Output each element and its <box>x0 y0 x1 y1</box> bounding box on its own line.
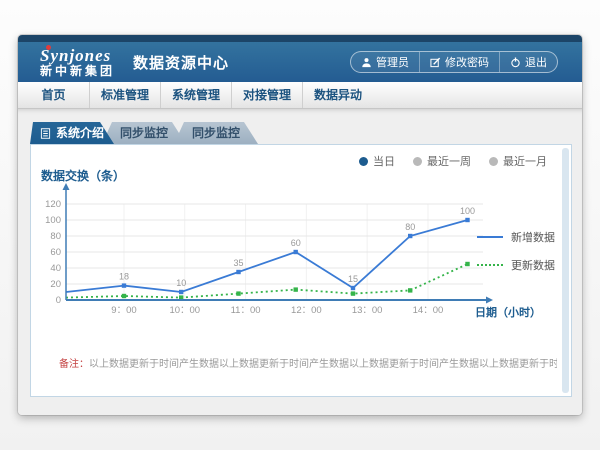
chart-panel: 当日 最近一周 最近一月 数据交换（条） 0204060801001209：00… <box>30 144 572 397</box>
user-menu-admin-label: 管理员 <box>376 54 409 70</box>
panel-scrollbar[interactable] <box>562 148 569 393</box>
logo-red-dot-icon <box>46 45 51 50</box>
main-nav: 首页 标准管理 系统管理 对接管理 数据异动 <box>18 82 582 109</box>
tab-system-intro[interactable]: 系统介绍 <box>30 122 114 144</box>
legend-new-data: 新增数据 <box>477 229 555 245</box>
nav-item-interface-mgmt[interactable]: 对接管理 <box>231 82 302 108</box>
company-logo: Synjones 新中新集团 <box>32 47 115 77</box>
power-icon <box>510 57 521 68</box>
svg-text:18: 18 <box>119 272 129 282</box>
footnote-prefix: 备注： <box>59 359 89 370</box>
nav-item-system-mgmt[interactable]: 系统管理 <box>160 82 231 108</box>
svg-text:100: 100 <box>460 206 475 216</box>
svg-text:20: 20 <box>50 279 61 290</box>
app-window: Synjones 新中新集团 数据资源中心 管理员 修改密码 退出 <box>18 35 582 415</box>
logo-name: Synjones <box>40 47 115 65</box>
radio-today-dot <box>359 157 368 166</box>
user-icon <box>361 57 372 68</box>
radio-today-label: 当日 <box>373 153 395 169</box>
footnote-text: 以上数据更新于时间产生数据以上数据更新于时间产生数据以上数据更新于时间产生数据以… <box>89 359 557 370</box>
tab-system-intro-label: 系统介绍 <box>56 122 104 144</box>
legend-new-data-label: 新增数据 <box>511 229 555 245</box>
svg-text:80: 80 <box>405 222 415 232</box>
content-area: 系统介绍 同步监控 同步监控 当日 最近一周 <box>18 109 582 415</box>
logout-button[interactable]: 退出 <box>499 52 557 72</box>
radio-last-month-dot <box>489 157 498 166</box>
svg-text:11：00: 11：00 <box>231 305 261 316</box>
radio-today[interactable]: 当日 <box>359 153 395 169</box>
svg-text:60: 60 <box>291 238 301 248</box>
svg-text:10：00: 10：00 <box>169 305 200 316</box>
tab-sync-monitor-2[interactable]: 同步监控 <box>174 122 258 144</box>
svg-text:0: 0 <box>56 295 61 306</box>
logout-label: 退出 <box>525 54 547 70</box>
svg-text:80: 80 <box>50 231 61 242</box>
window-top-strip <box>18 35 582 42</box>
page-title: 数据资源中心 <box>133 52 229 73</box>
radio-last-month[interactable]: 最近一月 <box>489 153 547 169</box>
change-password-button[interactable]: 修改密码 <box>419 52 499 72</box>
svg-text:14：00: 14：00 <box>413 305 444 316</box>
svg-text:100: 100 <box>45 215 61 226</box>
document-icon <box>40 128 51 139</box>
app-header: Synjones 新中新集团 数据资源中心 管理员 修改密码 退出 <box>18 42 582 82</box>
tab-sync-monitor-1[interactable]: 同步监控 <box>102 122 186 144</box>
svg-text:35: 35 <box>233 258 243 268</box>
edit-icon <box>430 57 441 68</box>
svg-text:120: 120 <box>45 199 61 210</box>
radio-last-week-dot <box>413 157 422 166</box>
page-background: Synjones 新中新集团 数据资源中心 管理员 修改密码 退出 <box>0 0 600 450</box>
svg-text:15: 15 <box>348 274 358 284</box>
svg-text:日期（小时）: 日期（小时） <box>475 305 541 319</box>
change-password-label: 修改密码 <box>445 54 489 70</box>
user-menu-admin[interactable]: 管理员 <box>351 52 419 72</box>
radio-last-month-label: 最近一月 <box>503 153 547 169</box>
legend-updated-data-line-icon <box>477 264 503 266</box>
logo-subtitle: 新中新集团 <box>40 65 115 78</box>
svg-text:9：00: 9：00 <box>111 305 136 316</box>
nav-item-standard-mgmt[interactable]: 标准管理 <box>89 82 160 108</box>
svg-text:12：00: 12：00 <box>291 305 322 316</box>
svg-text:60: 60 <box>50 247 61 258</box>
time-range-filter: 当日 最近一周 最近一月 <box>359 153 547 169</box>
nav-item-data-changes[interactable]: 数据异动 <box>302 82 373 108</box>
legend-updated-data-label: 更新数据 <box>511 257 555 273</box>
svg-text:10: 10 <box>176 278 186 288</box>
radio-last-week-label: 最近一周 <box>427 153 471 169</box>
svg-text:40: 40 <box>50 263 61 274</box>
radio-last-week[interactable]: 最近一周 <box>413 153 471 169</box>
chart-legend: 新增数据 更新数据 <box>477 229 555 273</box>
legend-new-data-line-icon <box>477 236 503 238</box>
user-menu: 管理员 修改密码 退出 <box>350 51 558 73</box>
nav-item-home[interactable]: 首页 <box>18 82 89 108</box>
svg-text:13：00: 13：00 <box>352 305 383 316</box>
legend-updated-data: 更新数据 <box>477 257 555 273</box>
footnote: 备注：以上数据更新于时间产生数据以上数据更新于时间产生数据以上数据更新于时间产生… <box>59 355 557 370</box>
